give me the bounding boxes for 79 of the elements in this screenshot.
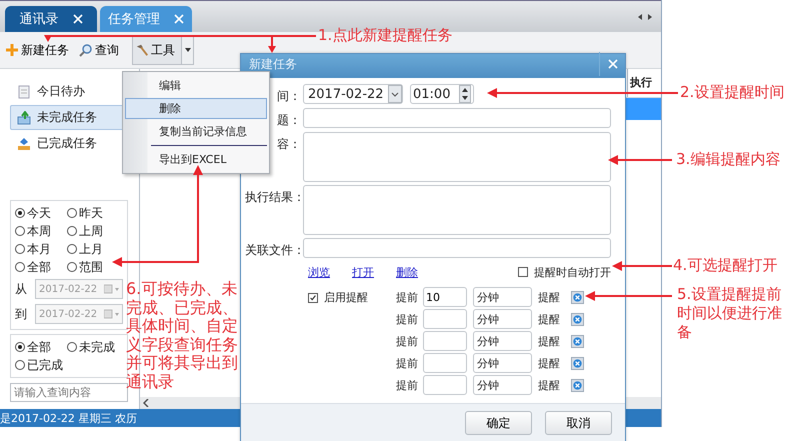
toolbar-button[interactable]: 新建任务 [2,35,76,65]
unit-field[interactable]: 分钟 [473,309,532,329]
toolbar-button[interactable]: 工具 [132,35,182,65]
tray-icon [17,136,31,150]
link[interactable]: 浏览 [308,264,330,280]
unit-field[interactable]: 分钟 [473,287,532,307]
upload-icon [17,110,31,124]
field-label: 题： [276,112,301,129]
to-label: 到 [15,306,27,322]
delete-icon[interactable] [571,290,584,304]
delete-icon[interactable] [571,312,584,326]
caret-icon [184,48,190,52]
search-field[interactable]: 请输入查询内容 [10,383,128,402]
scroll-arrows-icon[interactable] [637,12,653,20]
before-label: 提前 [396,290,419,304]
field-label: 关联文件： [245,242,301,259]
tab[interactable]: 通讯录 [5,6,97,32]
remind-label: 提醒 [538,312,561,326]
remind-label: 提醒 [538,378,561,392]
menu-item[interactable]: 删除 [125,98,267,119]
date-field[interactable]: 2017-02-22 [303,84,403,104]
annotation-text: 2.设置提醒时间 [680,83,786,102]
radio-option[interactable]: 已完成 [15,357,67,373]
radio-option[interactable]: 全部 [15,339,67,355]
field-label: 间： [276,88,301,105]
delete-icon[interactable] [571,356,584,370]
unit-field[interactable]: 分钟 [473,331,532,351]
field-label: 容： [276,136,301,153]
before-label: 提前 [396,312,419,326]
minutes-field[interactable] [423,353,467,373]
delete-icon[interactable] [571,334,584,348]
document-icon [17,84,31,98]
dialog-button[interactable]: 确定 [465,411,532,435]
annotation-text: 1.点此新建提醒任务 [318,26,454,45]
remind-label: 提醒 [538,334,561,348]
close-icon [608,59,618,69]
annotation-text: 6.可按待办、未完成、已完成、具体时间、自定义字段查询任务并可将其导出到通讯录 [126,280,239,391]
before-label: 提前 [396,378,419,392]
close-icon[interactable] [72,14,82,24]
hammer-icon [135,43,149,57]
minutes-field[interactable] [423,375,467,395]
annotation-text: 3.编辑提醒内容 [676,150,782,169]
status-text: 是2017-02-22 星期三 农历 [0,410,137,426]
annotation-arrow [612,261,672,271]
annotation-text: 4.可选提醒打开 [673,256,778,275]
input-field[interactable] [303,238,611,258]
minutes-field[interactable] [423,309,467,329]
dropdown-button[interactable] [182,35,194,65]
dialog-title: 新建任务 [249,56,297,72]
annotation-text: 5.设置提醒提前时间以便进行准备 [677,285,783,342]
unit-field[interactable]: 分钟 [473,375,532,395]
calendar-icon [104,284,120,294]
spinner-icon[interactable] [459,85,471,103]
from-label: 从 [15,280,27,298]
search-icon [79,43,93,57]
plus-icon [5,43,19,57]
minutes-field[interactable] [423,331,467,351]
checkbox[interactable]: 启用提醒 [308,287,396,305]
remind-label: 提醒 [538,356,561,370]
before-label: 提前 [396,334,419,348]
time-field[interactable]: 01:00 [410,84,474,104]
before-label: 提前 [396,356,419,370]
checkbox[interactable]: 提醒时自动打开 [518,264,611,280]
link[interactable]: 删除 [396,264,418,280]
link[interactable]: 打开 [352,264,374,280]
minutes-field[interactable]: 10 [423,287,467,307]
dialog-button[interactable]: 取消 [545,411,612,435]
close-icon[interactable] [174,14,184,24]
calendar-icon [104,309,120,319]
column-header[interactable]: 执行 [627,69,661,97]
dropdown-icon[interactable] [388,85,402,103]
radio-option[interactable]: 未完成 [67,339,123,355]
input-field[interactable] [303,108,611,128]
toolbar-button[interactable]: 查询 [76,35,126,65]
field-label: 执行结果： [245,189,301,206]
remind-label: 提醒 [538,290,561,304]
delete-icon[interactable] [571,378,584,392]
annotation-arrow [608,155,672,165]
unit-field[interactable]: 分钟 [473,353,532,373]
